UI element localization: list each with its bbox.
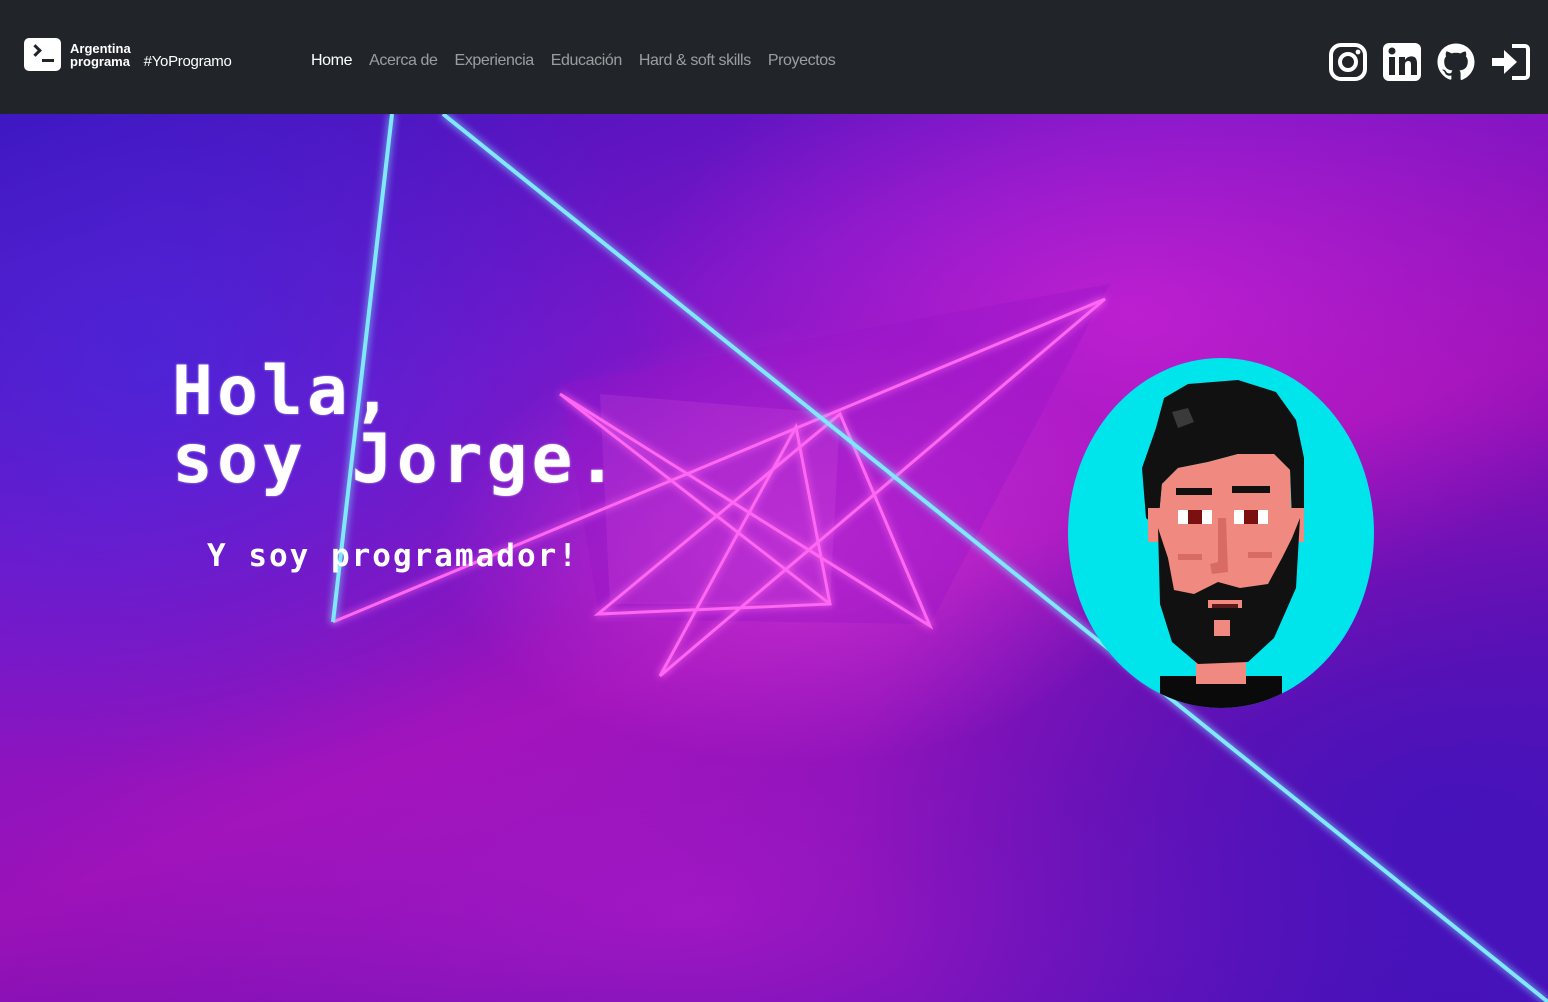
brand-name-line1: Argentina [70, 40, 131, 56]
nav-links: Home Acerca de Experiencia Educación Har… [311, 52, 852, 70]
nav-link-educacion[interactable]: Educación [551, 52, 623, 70]
login-icon[interactable] [1490, 42, 1530, 82]
github-icon[interactable] [1436, 42, 1476, 82]
nav-link-acerca-de[interactable]: Acerca de [369, 52, 438, 70]
hero-title-line1: Hola, [172, 352, 397, 431]
linkedin-icon[interactable] [1382, 42, 1422, 82]
brand-logo[interactable]: Argentina programa #YoProgramo [24, 38, 232, 71]
brand-name: Argentina programa [70, 42, 131, 68]
brand-name-line2: programa [70, 53, 130, 69]
social-links [1314, 42, 1530, 82]
top-navbar: Argentina programa #YoProgramo Home Acer… [0, 0, 1548, 114]
nav-link-skills[interactable]: Hard & soft skills [639, 52, 751, 70]
pixel-avatar-portrait [1142, 380, 1304, 708]
brand-tagline: #YoProgramo [143, 53, 232, 70]
hero-title: Hola, soy Jorge. [172, 358, 621, 494]
nav-link-home[interactable]: Home [311, 52, 352, 70]
nav-link-proyectos[interactable]: Proyectos [768, 52, 836, 70]
hero-section: Hola, soy Jorge. Y soy programador! [0, 114, 1548, 1002]
avatar [1068, 358, 1374, 708]
terminal-icon [24, 38, 61, 71]
nav-link-experiencia[interactable]: Experiencia [455, 52, 535, 70]
hero-subtitle: Y soy programador! [207, 538, 579, 574]
instagram-icon[interactable] [1328, 42, 1368, 82]
hero-title-line2: soy Jorge. [172, 420, 622, 499]
